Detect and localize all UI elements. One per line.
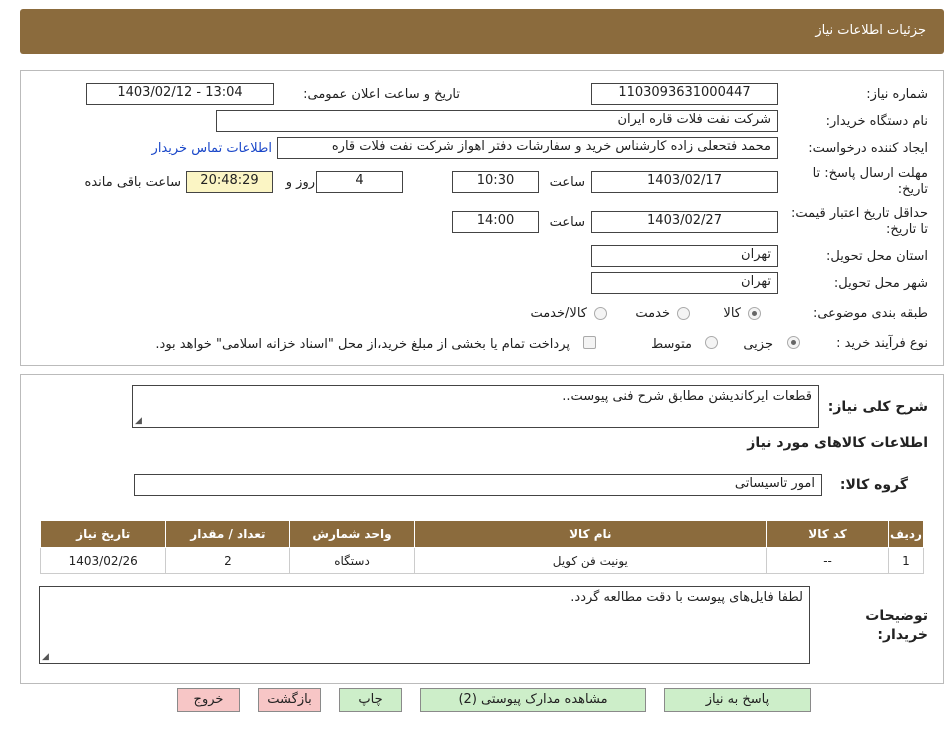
- city-field: تهران: [591, 272, 778, 294]
- announce-datetime-label: تاریخ و ساعت اعلان عمومی:: [303, 87, 460, 102]
- goods-group-label: گروه کالا:: [839, 477, 908, 493]
- purchase-minor-radio[interactable]: [787, 336, 800, 349]
- category-label: طبقه بندی موضوعی:: [812, 306, 928, 321]
- print-button[interactable]: چاپ: [339, 688, 402, 712]
- purchase-minor-label: جزیی: [743, 337, 773, 352]
- need-number-field: 1103093631000447: [591, 83, 778, 105]
- category-goods-radio[interactable]: [748, 307, 761, 320]
- reply-time-label: ساعت: [549, 175, 585, 190]
- buyer-notes-textarea: لطفا فایل‌های پیوست با دقت مطالعه گردد. …: [39, 586, 810, 664]
- buyer-notes-text: لطفا فایل‌های پیوست با دقت مطالعه گردد.: [570, 590, 803, 605]
- reply-date-field: 1403/02/17: [591, 171, 778, 193]
- col-item-name: نام کالا: [413, 520, 768, 548]
- city-label: شهر محل تحویل:: [833, 276, 928, 291]
- days-label: روز و: [285, 175, 315, 190]
- validity-time-field: 14:00: [452, 211, 539, 233]
- purchase-medium-radio[interactable]: [705, 336, 718, 349]
- category-goods-label: کالا: [723, 306, 741, 321]
- category-service-label: خدمت: [635, 306, 670, 321]
- requester-label: ایجاد کننده درخواست:: [808, 141, 928, 156]
- validity-date-field: 1403/02/27: [591, 211, 778, 233]
- purchase-type-label: نوع فرآیند خرید :: [836, 336, 928, 351]
- col-row-number: ردیف: [887, 520, 925, 548]
- goods-group-field: امور تاسیساتی: [134, 474, 822, 496]
- page-header: جزئیات اطلاعات نیاز: [20, 9, 944, 54]
- description-textarea: قطعات ایرکاندیشن مطابق شرح فنی پیوست.. ◢: [132, 385, 819, 428]
- col-item-code: کد کالا: [766, 520, 889, 548]
- province-label: استان محل تحویل:: [826, 249, 928, 264]
- buyer-contact-link[interactable]: اطلاعات تماس خریدار: [152, 141, 272, 156]
- page-title: جزئیات اطلاعات نیاز: [815, 23, 926, 38]
- cell-row-number: 1: [887, 547, 925, 574]
- category-goods-service-label: کالا/خدمت: [530, 306, 587, 321]
- col-unit: واحد شمارش: [289, 520, 415, 548]
- table-header-row: تاریخ نیاز تعداد / مقدار واحد شمارش نام …: [39, 520, 925, 548]
- reply-button[interactable]: پاسخ به نیاز: [664, 688, 811, 712]
- buyer-org-label: نام دستگاه خریدار:: [825, 114, 928, 129]
- goods-info-title: اطلاعات کالاهای مورد نیاز: [747, 435, 928, 451]
- col-need-date: تاریخ نیاز: [39, 520, 167, 548]
- need-number-label: شماره نیاز:: [866, 87, 928, 102]
- view-attachments-button[interactable]: مشاهده مدارک پیوستی (2): [420, 688, 646, 712]
- category-service-radio[interactable]: [677, 307, 690, 320]
- goods-table: تاریخ نیاز تعداد / مقدار واحد شمارش نام …: [39, 520, 925, 574]
- requester-field: محمد فتحعلی زاده کارشناس خرید و سفارشات …: [277, 137, 778, 159]
- province-field: تهران: [591, 245, 778, 267]
- cell-quantity: 2: [165, 547, 291, 574]
- description-label: شرح کلی نیاز:: [827, 399, 928, 415]
- cell-need-date: 1403/02/26: [39, 547, 167, 574]
- reply-time-field: 10:30: [452, 171, 539, 193]
- time-remaining-label: ساعت باقی مانده: [84, 175, 181, 190]
- resize-grip-icon[interactable]: ◢: [42, 652, 49, 662]
- col-quantity: تعداد / مقدار: [165, 520, 291, 548]
- table-row: 1403/02/26 2 دستگاه یونیت فن کویل -- 1: [39, 547, 925, 574]
- resize-grip-icon[interactable]: ◢: [135, 416, 142, 426]
- treasury-payment-label: پرداخت تمام یا بخشی از مبلغ خرید،از محل …: [155, 337, 570, 352]
- announce-datetime-field: 1403/02/12 - 13:04: [86, 83, 274, 105]
- cell-item-name: یونیت فن کویل: [413, 547, 768, 574]
- description-text: قطعات ایرکاندیشن مطابق شرح فنی پیوست..: [562, 389, 812, 404]
- price-validity-label: حداقل تاریخ اعتبار قیمت: تا تاریخ:: [790, 206, 928, 237]
- cell-item-code: --: [766, 547, 889, 574]
- buyer-notes-label: توضیحات خریدار:: [865, 608, 928, 643]
- cell-unit: دستگاه: [289, 547, 415, 574]
- back-button[interactable]: بازگشت: [258, 688, 321, 712]
- buyer-org-field: شرکت نفت فلات قاره ایران: [216, 110, 778, 132]
- treasury-payment-checkbox[interactable]: [583, 336, 596, 349]
- exit-button[interactable]: خروج: [177, 688, 240, 712]
- purchase-medium-label: متوسط: [651, 337, 692, 352]
- reply-deadline-label: مهلت ارسال پاسخ: تا تاریخ:: [812, 166, 928, 197]
- category-goods-service-radio[interactable]: [594, 307, 607, 320]
- time-remaining-field: 20:48:29: [186, 171, 273, 193]
- days-remaining-field: 4: [316, 171, 403, 193]
- validity-time-label: ساعت: [549, 215, 585, 230]
